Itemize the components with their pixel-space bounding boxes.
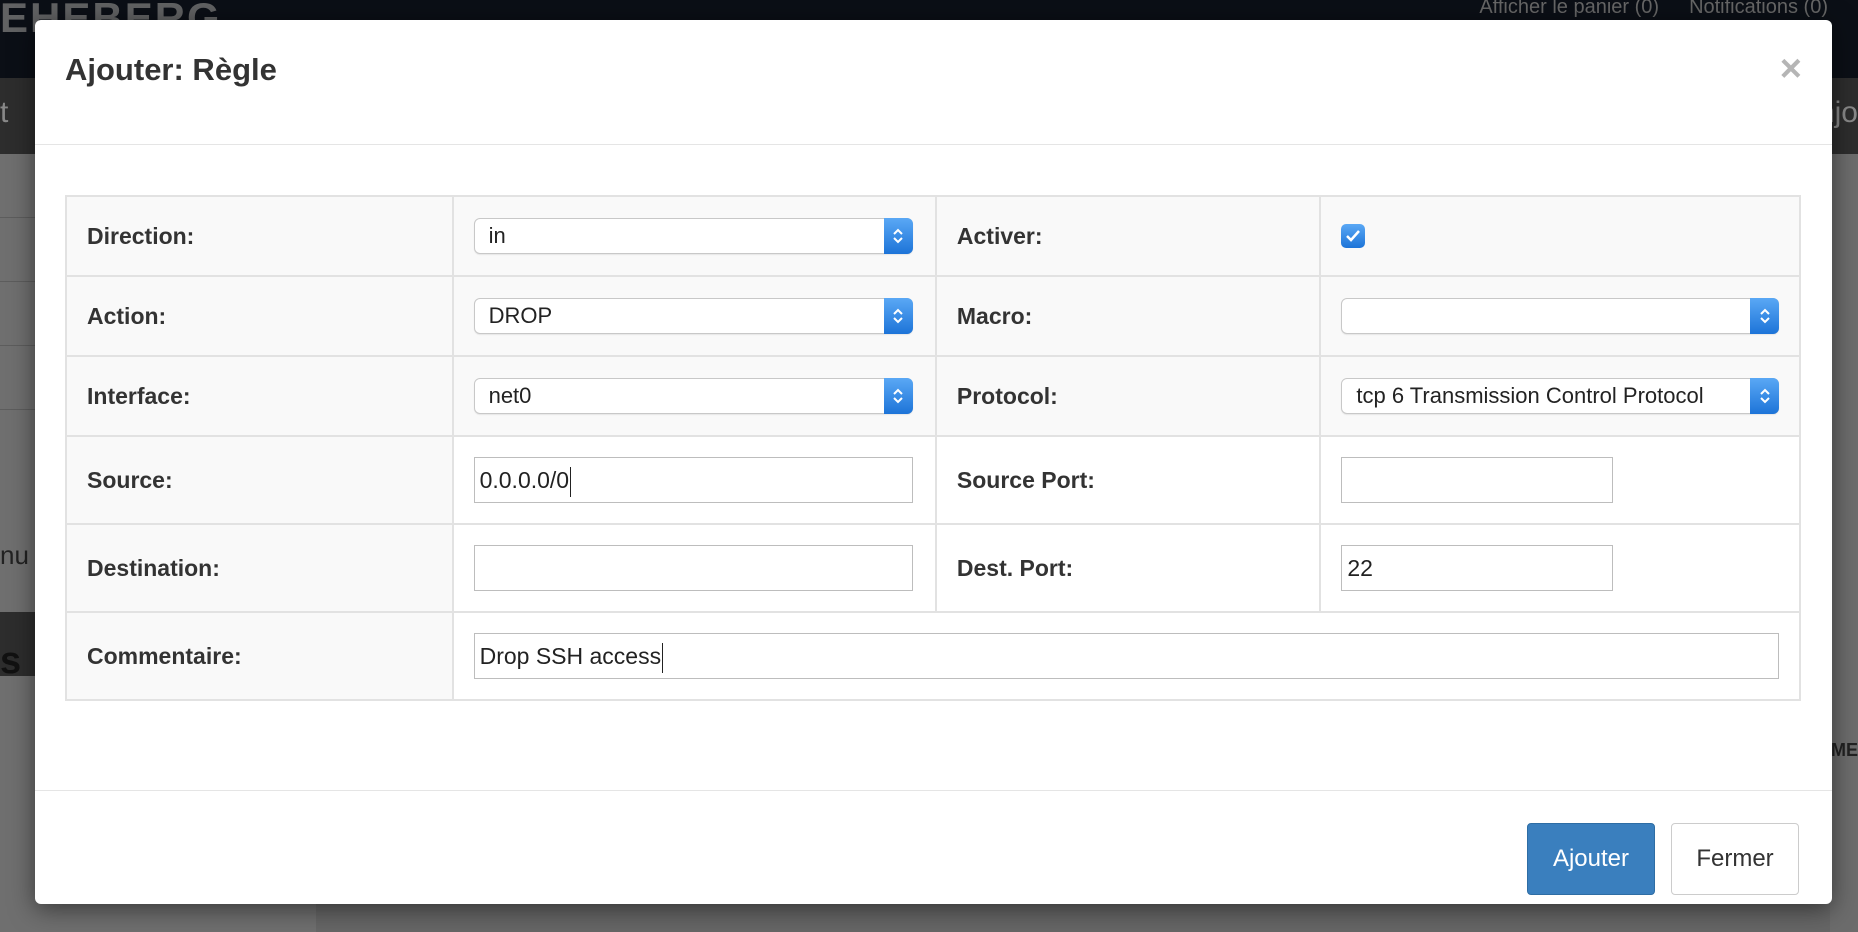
background-cart-link: Afficher le panier (0) <box>1479 0 1660 18</box>
select-arrows-icon <box>1750 378 1779 414</box>
interface-select-value: net0 <box>488 383 532 408</box>
action-select-value: DROP <box>488 303 553 328</box>
select-arrows-icon <box>883 218 913 254</box>
destination-input[interactable] <box>473 545 913 591</box>
rule-form-table: Direction: in Activer: Action: DROP Macr… <box>65 195 1802 701</box>
select-arrows-icon <box>1750 298 1779 334</box>
add-rule-modal: Ajouter: Règle × Direction: in Activer: <box>35 20 1832 904</box>
dest-port-input-value: 22 <box>1347 555 1373 581</box>
action-label: Action: <box>65 275 454 357</box>
direction-select[interactable]: in <box>473 218 913 254</box>
select-arrows-icon <box>883 298 913 334</box>
form-row-destination: Destination: Dest. Port: 22 <box>65 523 1801 613</box>
activer-label: Activer: <box>934 195 1322 277</box>
direction-select-value: in <box>488 223 506 248</box>
form-row-interface: Interface: net0 Protocol: tcp 6 Transmis… <box>65 355 1801 437</box>
commentaire-input[interactable]: Drop SSH access <box>473 633 1779 679</box>
protocol-select-value: tcp 6 Transmission Control Protocol <box>1356 383 1704 408</box>
close-icon[interactable]: × <box>1780 50 1802 88</box>
background-top-links: Afficher le panier (0) Notifications (0) <box>1479 0 1828 18</box>
source-port-input[interactable] <box>1341 457 1614 503</box>
form-row-commentaire: Commentaire: Drop SSH access <box>65 611 1802 701</box>
checkmark-icon <box>1346 230 1361 242</box>
text-cursor <box>662 642 664 673</box>
direction-label: Direction: <box>65 195 454 277</box>
protocol-label: Protocol: <box>934 355 1322 437</box>
text-cursor <box>570 466 572 497</box>
source-input[interactable]: 0.0.0.0/0 <box>473 457 913 503</box>
background-nav-left-text: t <box>0 96 9 129</box>
dest-port-input[interactable]: 22 <box>1341 545 1614 591</box>
background-right-column <box>1830 154 1858 932</box>
commentaire-input-value: Drop SSH access <box>479 643 662 669</box>
fermer-button[interactable]: Fermer <box>1671 823 1799 895</box>
dest-port-label: Dest. Port: <box>934 523 1322 613</box>
interface-label: Interface: <box>65 355 454 437</box>
protocol-select[interactable]: tcp 6 Transmission Control Protocol <box>1341 378 1779 414</box>
macro-label: Macro: <box>934 275 1322 357</box>
background-right-text: ME <box>1831 740 1858 760</box>
ajouter-button[interactable]: Ajouter <box>1527 823 1655 895</box>
form-row-source: Source: 0.0.0.0/0 Source Port: <box>65 435 1801 525</box>
modal-header: Ajouter: Règle × <box>35 20 1832 145</box>
background-main-bottom <box>316 900 1830 932</box>
background-sidebar-text: nu <box>0 540 29 570</box>
source-input-value: 0.0.0.0/0 <box>479 467 570 493</box>
background-sidebar-heading: s <box>0 640 22 682</box>
commentaire-label: Commentaire: <box>65 611 454 701</box>
select-arrows-icon <box>883 378 913 414</box>
background-notifications-link: Notifications (0) <box>1689 0 1828 18</box>
source-port-label: Source Port: <box>934 435 1322 525</box>
activer-checkbox[interactable] <box>1341 224 1366 248</box>
action-select[interactable]: DROP <box>473 298 913 334</box>
form-row-action: Action: DROP Macro: <box>65 275 1801 357</box>
form-row-direction: Direction: in Activer: <box>65 195 1801 277</box>
interface-select[interactable]: net0 <box>473 378 913 414</box>
source-label: Source: <box>65 435 454 525</box>
destination-label: Destination: <box>65 523 454 613</box>
macro-select[interactable] <box>1341 298 1779 334</box>
modal-footer: Ajouter Fermer <box>35 790 1832 904</box>
modal-title: Ajouter: Règle <box>65 52 277 87</box>
modal-body: Direction: in Activer: Action: DROP Macr… <box>65 195 1802 701</box>
